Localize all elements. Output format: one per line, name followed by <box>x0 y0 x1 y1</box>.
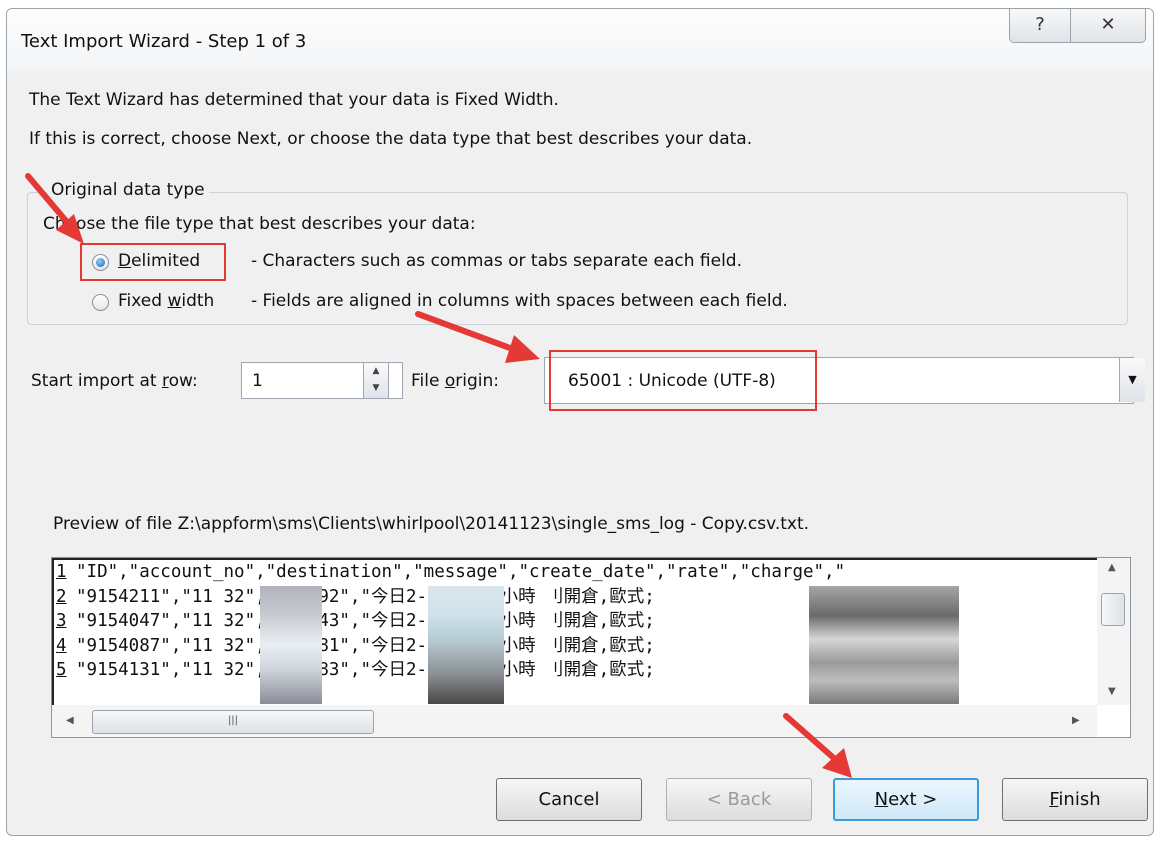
file-type-prompt: Choose the file type that best describes… <box>43 214 476 234</box>
redaction-mosaic <box>260 586 322 704</box>
delimited-description: - Characters such as commas or tabs sepa… <box>251 251 742 271</box>
preview-vertical-scrollbar[interactable]: ▲ ▼ <box>1097 558 1130 705</box>
fixed-width-radio[interactable] <box>92 294 109 311</box>
help-icon: ? <box>1035 14 1045 35</box>
preview-horizontal-scrollbar[interactable]: ◀ ||| ▶ <box>52 705 1097 737</box>
chevron-down-icon[interactable]: ▼ <box>1119 358 1145 402</box>
title-bar: Text Import Wizard - Step 1 of 3 ? ✕ <box>7 9 1153 71</box>
redaction-mosaic <box>428 586 504 704</box>
back-button[interactable]: < Back <box>666 778 812 821</box>
horizontal-scroll-thumb[interactable]: ||| <box>92 710 374 734</box>
vertical-scroll-thumb[interactable] <box>1101 593 1125 626</box>
preview-text: 1 "ID","account_no","destination","messag… <box>52 558 1097 705</box>
help-button[interactable]: ? <box>1009 9 1071 43</box>
close-button[interactable]: ✕ <box>1070 9 1146 43</box>
fixed-width-label[interactable]: Fixed width <box>118 291 214 311</box>
redaction-mosaic <box>809 586 959 704</box>
delimited-highlight-box <box>80 243 226 281</box>
start-row-label: Start import at row: <box>31 371 198 391</box>
file-origin-highlight-box <box>549 350 817 411</box>
scroll-up-icon[interactable]: ▲ <box>1108 562 1116 573</box>
finish-button[interactable]: Finish <box>1002 778 1148 821</box>
spin-down-icon[interactable]: ▼ <box>364 380 388 397</box>
text-import-wizard-dialog: Text Import Wizard - Step 1 of 3 ? ✕ The… <box>6 8 1154 836</box>
file-origin-label: File origin: <box>411 371 499 391</box>
dialog-title: Text Import Wizard - Step 1 of 3 <box>21 31 307 52</box>
dialog-body: The Text Wizard has determined that your… <box>15 72 1148 824</box>
close-icon: ✕ <box>1100 14 1116 35</box>
spin-up-icon[interactable]: ▲ <box>364 363 388 380</box>
intro-line-2: If this is correct, choose Next, or choo… <box>29 129 753 149</box>
scroll-down-icon[interactable]: ▼ <box>1108 686 1116 697</box>
intro-line-1: The Text Wizard has determined that your… <box>29 90 559 110</box>
fixed-width-description: - Fields are aligned in columns with spa… <box>251 291 788 311</box>
scroll-left-icon[interactable]: ◀ <box>66 715 74 726</box>
group-legend: Original data type <box>47 180 209 200</box>
next-button[interactable]: Next > <box>833 778 979 821</box>
cancel-button[interactable]: Cancel <box>496 778 642 821</box>
preview-label: Preview of file Z:\appform\sms\Clients\w… <box>53 514 810 534</box>
preview-box[interactable]: 1 "ID","account_no","destination","messag… <box>51 557 1131 738</box>
start-row-spinner[interactable]: ▲ ▼ <box>363 362 389 399</box>
scroll-right-icon[interactable]: ▶ <box>1072 715 1080 726</box>
preview-row: 1 "ID","account_no","destination","messag… <box>56 562 846 582</box>
